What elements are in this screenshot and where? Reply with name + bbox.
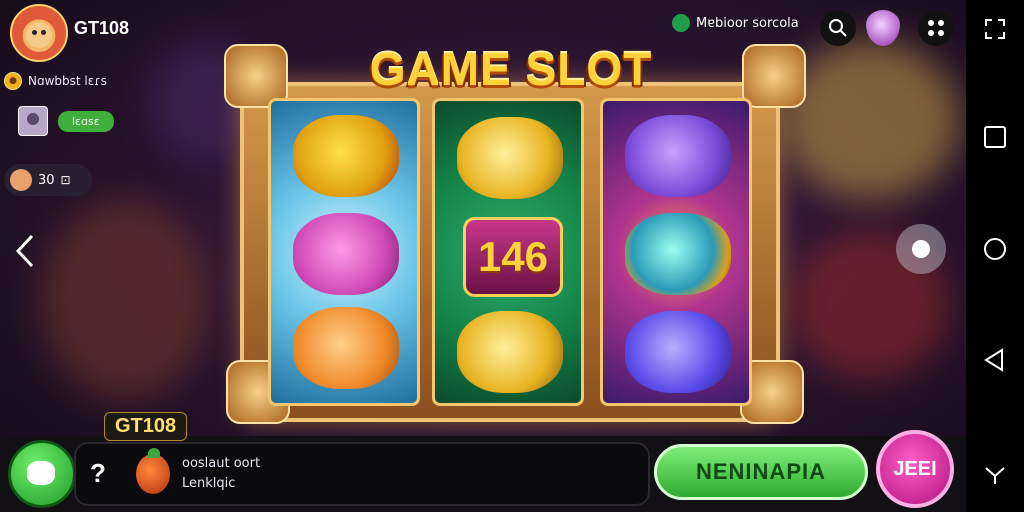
player-avatar[interactable] [10,4,68,62]
eggplant-icon [625,311,731,393]
home-circle-icon[interactable] [984,238,1006,260]
croc-icon [293,213,399,295]
menu-button[interactable] [918,10,954,46]
keyboard-toggle-icon[interactable] [984,464,1006,486]
brand-badge: GT108 [104,412,188,441]
recents-square-icon[interactable] [984,126,1006,148]
strawberry-icon [136,448,170,494]
number-146-label: 146 [477,233,549,280]
status-text: Mɐbioor sorcola [696,15,799,31]
game-title: GAME SLOT [369,43,653,95]
search-icon [829,19,847,37]
message-line-1: ooslaut oort [182,456,261,471]
search-button[interactable] [820,10,856,46]
expand-icon[interactable] [984,18,1006,40]
message-line-2: Lenklqic [182,476,236,491]
gem-icon [625,213,731,295]
coin-row: ● Nɑwbbst lɛɾs [4,72,107,90]
message-panel[interactable]: ? ooslaut oort Lenklqic [74,442,650,506]
coin-icon: ● [4,72,22,90]
chat-bubble-icon [27,461,55,485]
number-146-symbol: 146 [463,217,563,297]
orange-icon [293,307,399,389]
reel-3[interactable] [600,98,752,406]
lease-pill-button[interactable]: lɛɑsɛ [58,110,114,132]
chat-fab-button[interactable] [8,440,76,508]
key-coin-icon [457,311,563,393]
brand-label: GT108 [74,18,130,38]
floating-assist-button[interactable] [896,224,946,274]
back-arrow-icon[interactable] [12,232,38,270]
chip-extra-icon: ⊡ [60,173,71,187]
background-blob [780,40,960,200]
coins-icon [457,117,563,199]
friend-row: lɛɑsɛ [18,106,114,136]
leaf-icon [672,14,690,32]
spin-button[interactable]: NENINAPIA [654,444,868,500]
back-triangle-icon[interactable] [982,348,1006,372]
panther-icon [625,115,731,197]
grid-menu-icon [928,20,944,36]
reel-1[interactable] [268,98,420,406]
coin-row-label: Nɑwbbst lɛɾs [28,74,107,88]
background-blob [40,200,210,400]
parrot-icon [293,115,399,197]
chip-avatar-icon [10,169,32,191]
help-icon[interactable]: ? [90,458,106,489]
gem-shop-icon[interactable] [866,10,900,46]
friend-avatar[interactable] [18,106,48,136]
frame-ornament-icon [742,44,806,108]
reel-2[interactable]: 146 [432,98,584,406]
player-count-chip[interactable]: 30 ⊡ [4,164,92,196]
status-area: Mɐbioor sorcola [672,14,799,32]
bet-button[interactable]: JEEI [876,430,954,508]
chip-count: 30 [38,172,55,188]
